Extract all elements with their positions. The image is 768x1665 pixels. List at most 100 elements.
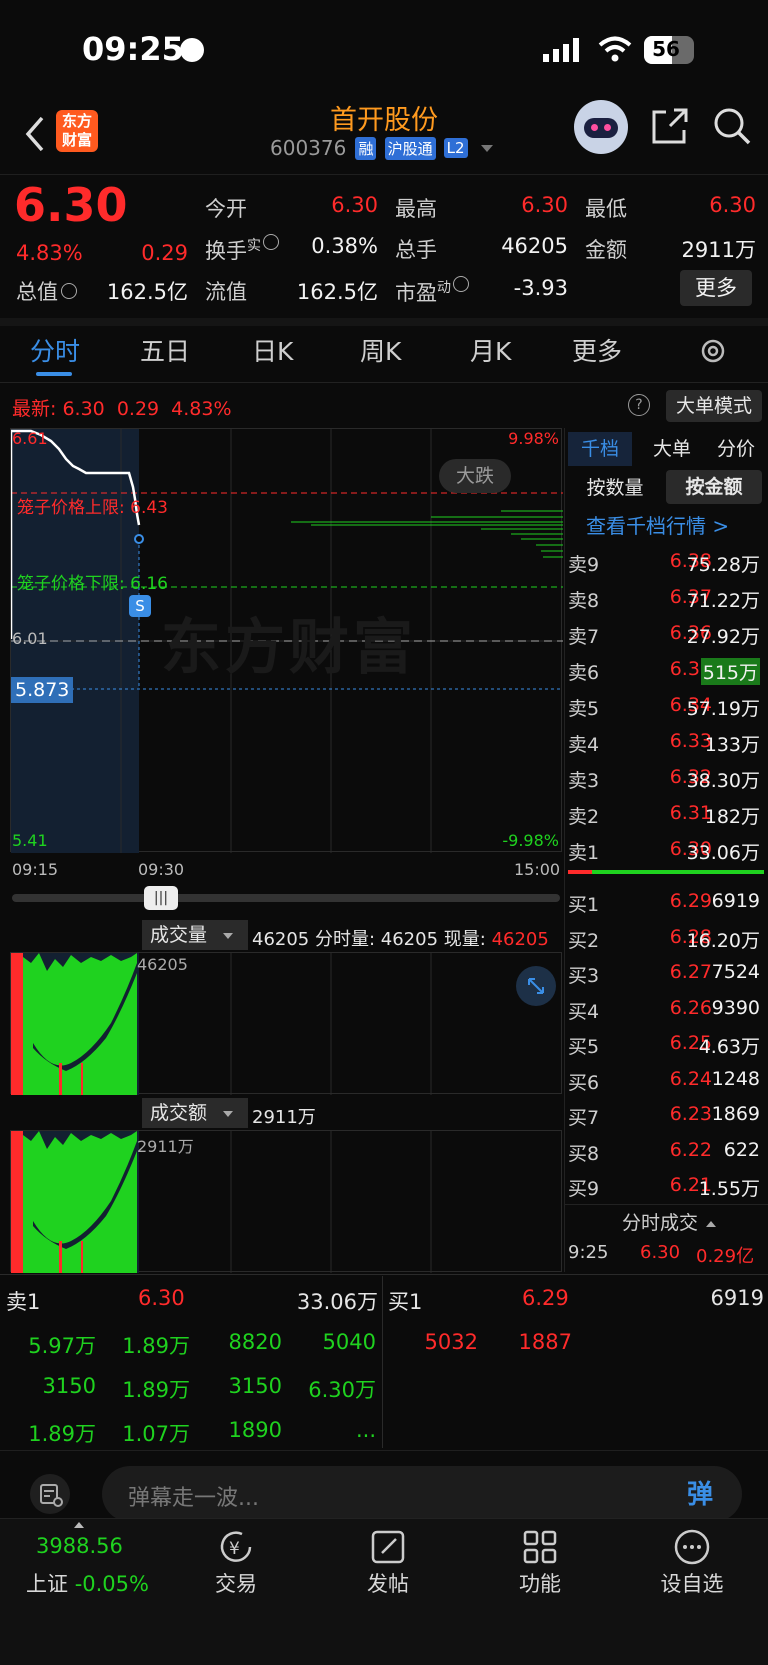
signal-icon [543, 38, 583, 62]
ask-volume: 75.28万 [686, 554, 760, 576]
expand-icon[interactable] [516, 966, 556, 1006]
caret-up-icon [74, 1522, 84, 1528]
ask-row[interactable]: 卖7 6.36 27.92万 [568, 618, 764, 654]
add-watchlist-icon[interactable] [672, 1527, 712, 1567]
tag-connect: 沪股通 [384, 136, 436, 160]
nav-trade[interactable]: 交易 [186, 1568, 286, 1598]
back-arrow-icon[interactable] [20, 114, 50, 154]
float-value: 162.5亿 [296, 280, 378, 304]
svg-text:¥: ¥ [229, 1539, 240, 1559]
ask-level-label: 卖7 [568, 626, 600, 648]
ask-level-label: 卖3 [568, 770, 600, 792]
pct-axis-top: 9.98% [508, 429, 559, 448]
ask-row[interactable]: 卖2 6.31 182万 [568, 798, 764, 834]
bid-row[interactable]: 买3 6.27 7524 [568, 957, 764, 993]
status-bar: 09:25 56 [0, 0, 768, 100]
info-icon [61, 283, 77, 299]
mktcap-label[interactable]: 总值 [16, 276, 77, 306]
mode-by-qty[interactable]: 按数量 [574, 472, 656, 504]
ask-price: 6.31 [669, 802, 712, 824]
brand-text-2: 财富 [61, 131, 92, 149]
pe-label[interactable]: 市盈动 [395, 276, 469, 307]
trade-icon[interactable]: ¥ [216, 1527, 256, 1567]
index-value[interactable]: 3988.56 [36, 1534, 123, 1558]
orderbook-tab-big[interactable]: 大单 [640, 432, 704, 466]
ask-row[interactable]: 卖6 6.35 515万 [568, 654, 764, 690]
stock-name: 首开股份 [330, 105, 438, 136]
robot-assistant-icon[interactable] [574, 100, 628, 154]
tag-margin: 融 [355, 136, 377, 160]
bid-row[interactable]: 买7 6.23 1869 [568, 1099, 764, 1135]
share-icon[interactable] [650, 106, 690, 146]
ask-row[interactable]: 卖5 6.34 57.19万 [568, 690, 764, 726]
amount-label: 金额 [585, 238, 627, 262]
bid-row[interactable]: 买1 6.29 6919 [568, 886, 764, 922]
bid-row[interactable]: 买2 6.28 16.20万 [568, 922, 764, 958]
bid-row[interactable]: 买6 6.24 1248 [568, 1064, 764, 1100]
scrollbar-handle[interactable]: ||| [144, 886, 178, 910]
bid-price: 6.27 [669, 961, 712, 983]
caret-down-icon [223, 1110, 234, 1117]
change-percent: 4.83% [16, 241, 83, 265]
turnover-label[interactable]: 换手实 [205, 234, 279, 265]
stock-code-row[interactable]: 600376 融 沪股通 L2 [270, 136, 493, 164]
volume-chart: 46205 [10, 952, 562, 1095]
amount-selector[interactable]: 成交额 [142, 1098, 248, 1128]
view-levels-link[interactable]: 查看千档行情 > [586, 510, 729, 539]
bid-level-label: 买2 [568, 929, 600, 952]
volume-label: 总手 [395, 238, 437, 262]
ask-row[interactable]: 卖8 6.37 71.22万 [568, 582, 764, 618]
bid-row[interactable]: 买9 6.21 1.55万 [568, 1170, 764, 1206]
settings-gear-icon[interactable] [698, 336, 728, 366]
help-icon[interactable]: ? [628, 394, 650, 416]
orderbook-tab-price[interactable]: 分价 [706, 432, 766, 466]
bid-row[interactable]: 买4 6.26 9390 [568, 993, 764, 1029]
ticks-header[interactable]: 分时成交 [622, 1208, 717, 1235]
brand-logo[interactable]: 东方 财富 [56, 110, 98, 152]
signal-s-marker[interactable]: S [129, 595, 151, 617]
bid-volume: 9390 [711, 996, 760, 1019]
ask-price: 6.33 [669, 730, 712, 752]
orderbook-tab-levels[interactable]: 千档 [568, 432, 632, 466]
big-drop-badge[interactable]: 大跌 [439, 459, 511, 493]
index-row[interactable]: 上证 -0.05% [26, 1568, 149, 1598]
bid-row[interactable]: 买5 6.25 4.63万 [568, 1028, 764, 1064]
index-name: 上证 [26, 1572, 68, 1596]
caret-down-icon [223, 932, 234, 939]
ask-row[interactable]: 卖4 6.33 133万 [568, 726, 764, 762]
ask-level-label: 卖6 [568, 662, 600, 684]
volume-selector[interactable]: 成交量 [142, 920, 248, 950]
search-icon[interactable] [712, 106, 752, 146]
nav-post[interactable]: 发帖 [338, 1568, 438, 1598]
pct-axis-bottom: -9.98% [502, 831, 559, 850]
tab-five-day[interactable]: 五日 [140, 332, 190, 368]
range-scrollbar[interactable] [12, 894, 560, 902]
danmu-placeholder: 弹幕走一波... [128, 1486, 259, 1511]
nav-add-watchlist[interactable]: 设自选 [642, 1568, 742, 1598]
functions-icon[interactable] [520, 1527, 560, 1567]
ask-level-label: 卖8 [568, 590, 600, 612]
ask-row[interactable]: 卖3 6.32 38.30万 [568, 762, 764, 798]
big-order-mode-button[interactable]: 大单模式 [666, 390, 762, 422]
post-icon[interactable] [368, 1527, 408, 1567]
tab-daily-k[interactable]: 日K [252, 332, 293, 368]
danmu-send-button[interactable]: 弹 [676, 1474, 724, 1516]
queue-sell-total: 33.06万 [296, 1290, 378, 1314]
tab-intraday[interactable]: 分时 [30, 332, 80, 368]
tab-monthly-k[interactable]: 月K [470, 332, 511, 368]
mode-by-amount[interactable]: 按金额 [666, 470, 762, 504]
ask-row[interactable]: 卖9 6.38 75.28万 [568, 546, 764, 582]
more-button[interactable]: 更多 [680, 270, 752, 306]
queue-buy-total: 6919 [710, 1286, 764, 1310]
tab-weekly-k[interactable]: 周K [360, 332, 401, 368]
queue-sell-price: 6.30 [138, 1286, 185, 1310]
tab-more[interactable]: 更多 [572, 332, 622, 368]
ask-row[interactable]: 卖1 6.30 33.06万 [568, 834, 764, 870]
nav-functions[interactable]: 功能 [490, 1568, 590, 1598]
ask-level-label: 卖5 [568, 698, 600, 720]
bid-row[interactable]: 买8 6.22 622 [568, 1135, 764, 1171]
sell-queue-order: 6.30万 [308, 1378, 376, 1402]
intraday-chart[interactable]: 东方财富 6.61 6.01 5.41 9.98% -9.98% 笼子价格上限:… [10, 428, 563, 853]
volume-value: 46205 [501, 234, 568, 258]
danmu-settings-icon[interactable] [30, 1474, 70, 1514]
